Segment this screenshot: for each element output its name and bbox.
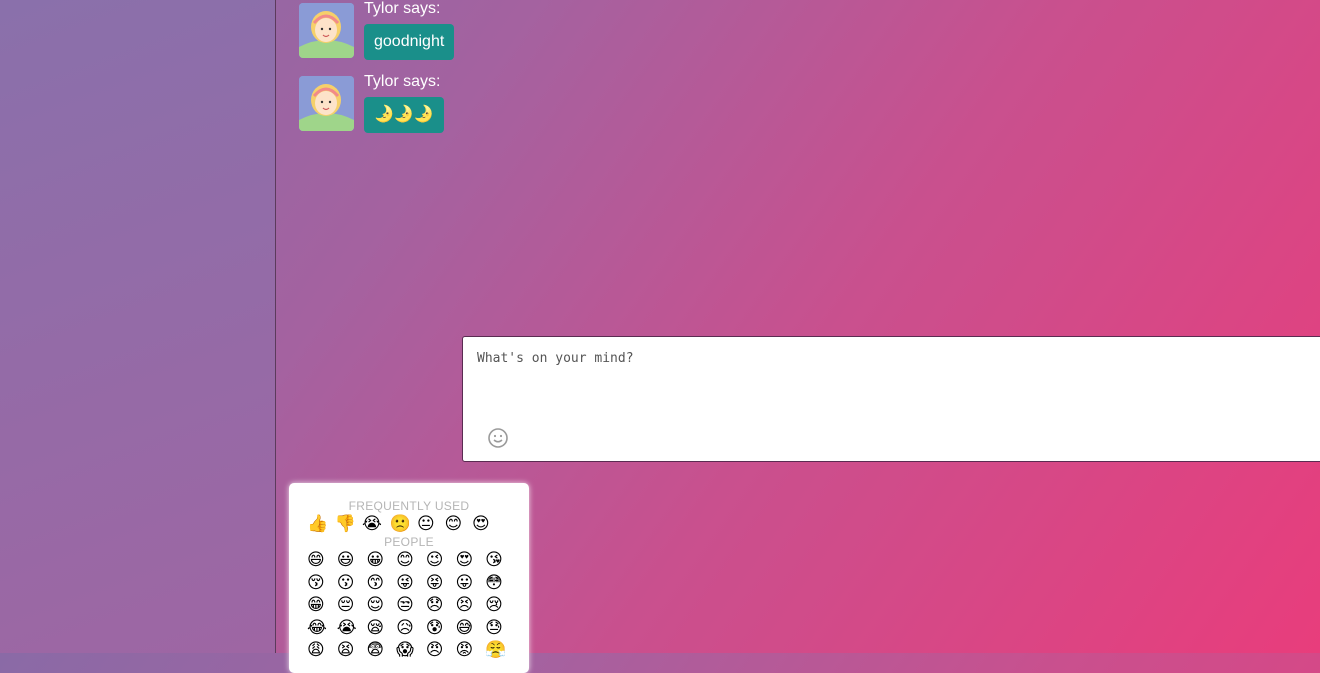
- emoji-button[interactable]: 😡: [455, 639, 485, 662]
- emoji-button[interactable]: 👎: [335, 513, 363, 536]
- emoji-button[interactable]: 😐: [417, 513, 445, 536]
- message-input[interactable]: [475, 349, 1299, 413]
- emoji-button[interactable]: 😱: [396, 639, 426, 662]
- left-panel: [0, 0, 276, 653]
- emoji-button[interactable]: 😤: [485, 639, 515, 662]
- avatar: [299, 76, 354, 131]
- message-composer: [462, 336, 1320, 462]
- emoji-button[interactable]: 😔: [337, 594, 367, 617]
- emoji-button[interactable]: 😄: [307, 549, 337, 572]
- emoji-button[interactable]: 😠: [426, 639, 456, 662]
- emoji-button[interactable]: 😝: [426, 572, 456, 595]
- frequent-emoji-row: 👍 👎 😭 🙁 😐 😊 😍: [289, 513, 529, 535]
- emoji-button[interactable]: 😀: [366, 549, 396, 572]
- emoji-button[interactable]: 😊: [445, 513, 473, 536]
- emoji-button[interactable]: 😍: [472, 513, 500, 536]
- emoji-button[interactable]: 😩: [307, 639, 337, 662]
- emoji-button[interactable]: 😳: [485, 572, 515, 595]
- emoji-picker: FREQUENTLY USED 👍 👎 😭 🙁 😐 😊 😍 PEOPLE 😄 😃 😀 😊 😉 😍 😘 😚 😗…: [289, 483, 529, 673]
- emoji-button[interactable]: 😌: [366, 594, 396, 617]
- emoji-button[interactable]: 😛: [455, 572, 485, 595]
- emoji-button[interactable]: 😉: [426, 549, 456, 572]
- message-sender: Tylor says:: [364, 0, 441, 17]
- emoji-button[interactable]: 😥: [396, 617, 426, 640]
- message-bubble: goodnight: [364, 24, 455, 60]
- emoji-button[interactable]: 😂: [307, 617, 337, 640]
- emoji-section-title: FREQUENTLY USED: [348, 499, 470, 513]
- emoji-button[interactable]: 🙁: [390, 513, 418, 536]
- emoji-button[interactable]: 😍: [455, 549, 485, 572]
- emoji-button[interactable]: 😭: [362, 513, 390, 536]
- emoji-button[interactable]: 😅: [455, 617, 485, 640]
- emoji-button[interactable]: 😰: [426, 617, 456, 640]
- message-sender: Tylor says:: [364, 73, 441, 90]
- emoji-button[interactable]: 😪: [366, 617, 396, 640]
- emoji-button[interactable]: 😘: [485, 549, 515, 572]
- emoji-button[interactable]: 😫: [337, 639, 367, 662]
- emoji-button[interactable]: 😜: [396, 572, 426, 595]
- emoji-button[interactable]: 👍: [307, 513, 335, 536]
- message-bubble: 🌛🌛🌛: [364, 97, 444, 133]
- avatar: [299, 3, 354, 58]
- emoji-button[interactable]: 😞: [426, 594, 456, 617]
- emoji-button[interactable]: 😣: [455, 594, 485, 617]
- smiley-icon[interactable]: [487, 427, 509, 449]
- emoji-button[interactable]: 😁: [307, 594, 337, 617]
- emoji-button[interactable]: 😚: [307, 572, 337, 595]
- emoji-button[interactable]: 😃: [337, 549, 367, 572]
- emoji-button[interactable]: 😒: [396, 594, 426, 617]
- emoji-button[interactable]: 😢: [485, 594, 515, 617]
- emoji-button[interactable]: 😗: [337, 572, 367, 595]
- people-emoji-grid: 😄 😃 😀 😊 😉 😍 😘 😚 😗 😙 😜 😝 😛 😳 😁 😔 😌 😒 😞 😣 😢 😂 😭 😪 😥 😰 😅 😓 😩 😫 😨 😱 😠 😡 😤: [289, 549, 529, 662]
- emoji-button[interactable]: 😓: [485, 617, 515, 640]
- emoji-section-title: PEOPLE: [384, 535, 434, 549]
- emoji-button[interactable]: 😨: [366, 639, 396, 662]
- emoji-button[interactable]: 😭: [337, 617, 367, 640]
- emoji-button[interactable]: 😙: [366, 572, 396, 595]
- emoji-button[interactable]: 😊: [396, 549, 426, 572]
